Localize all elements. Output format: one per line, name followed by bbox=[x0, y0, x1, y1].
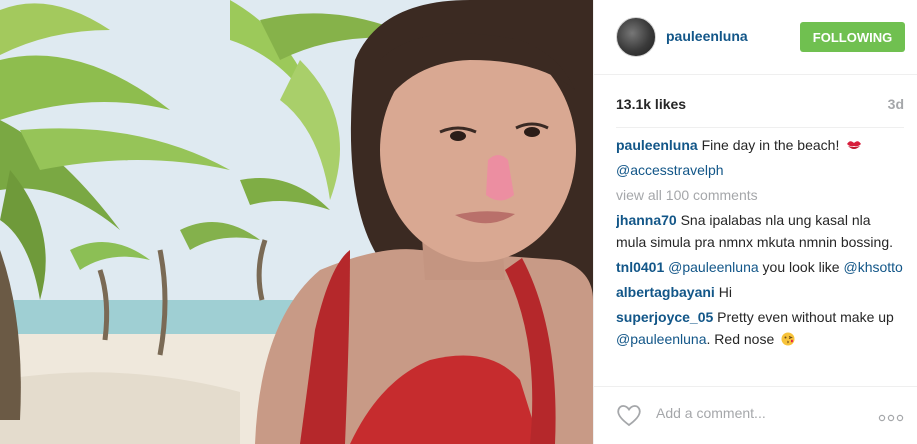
comment-username[interactable]: albertagbayani bbox=[616, 284, 715, 300]
post-modal: pauleenluna FOLLOWING 13.1k likes 3d pau… bbox=[0, 0, 917, 444]
likes-row: 13.1k likes 3d bbox=[616, 96, 904, 114]
heart-icon[interactable] bbox=[616, 403, 642, 427]
likes-count[interactable]: 13.1k likes bbox=[616, 96, 686, 112]
post-time[interactable]: 3d bbox=[888, 96, 904, 112]
caption-mention-line: @accesstravelph bbox=[616, 159, 904, 181]
comment-text: Pretty even without make up bbox=[713, 309, 894, 325]
post-footer: Add a comment... bbox=[594, 386, 917, 444]
comments-list[interactable]: pauleenluna Fine day in the beach! @acce… bbox=[616, 127, 904, 379]
username-link[interactable]: pauleenluna bbox=[666, 28, 748, 44]
comment: tnl0401 @pauleenluna you look like @khso… bbox=[616, 256, 904, 278]
avatar[interactable] bbox=[616, 17, 656, 57]
following-button[interactable]: FOLLOWING bbox=[800, 22, 905, 52]
caption-username[interactable]: pauleenluna bbox=[616, 137, 698, 153]
kiss-mark-icon bbox=[846, 136, 862, 150]
mention-link[interactable]: @pauleenluna bbox=[616, 331, 707, 347]
mention-link[interactable]: @pauleenluna bbox=[664, 259, 759, 275]
mention-link[interactable]: @khsotto bbox=[843, 259, 902, 275]
comment: jhanna70 Sna ipalabas nla ung kasal nla … bbox=[616, 209, 904, 253]
comment-username[interactable]: jhanna70 bbox=[616, 212, 677, 228]
post-sidebar: pauleenluna FOLLOWING 13.1k likes 3d pau… bbox=[593, 0, 917, 444]
mention-link[interactable]: @accesstravelph bbox=[616, 162, 724, 178]
post-header: pauleenluna FOLLOWING bbox=[594, 0, 917, 75]
post-photo[interactable] bbox=[0, 0, 593, 444]
comment-username[interactable]: tnl0401 bbox=[616, 259, 664, 275]
comment: albertagbayani Hi bbox=[616, 281, 904, 303]
add-comment-input[interactable]: Add a comment... bbox=[656, 405, 766, 421]
comment-text: . Red nose bbox=[706, 331, 775, 347]
more-options-icon[interactable] bbox=[878, 409, 904, 422]
comment-text: Hi bbox=[714, 284, 732, 300]
comment: superjoyce_05 Pretty even without make u… bbox=[616, 306, 904, 350]
caption: pauleenluna Fine day in the beach! bbox=[616, 134, 904, 156]
comment-username[interactable]: superjoyce_05 bbox=[616, 309, 713, 325]
view-all-comments-link[interactable]: view all 100 comments bbox=[616, 184, 904, 206]
caption-text: Fine day in the beach! bbox=[697, 137, 840, 153]
beach-selfie-image bbox=[0, 0, 593, 444]
kissing-face-icon bbox=[781, 330, 797, 346]
comment-text: you look like bbox=[758, 259, 844, 275]
